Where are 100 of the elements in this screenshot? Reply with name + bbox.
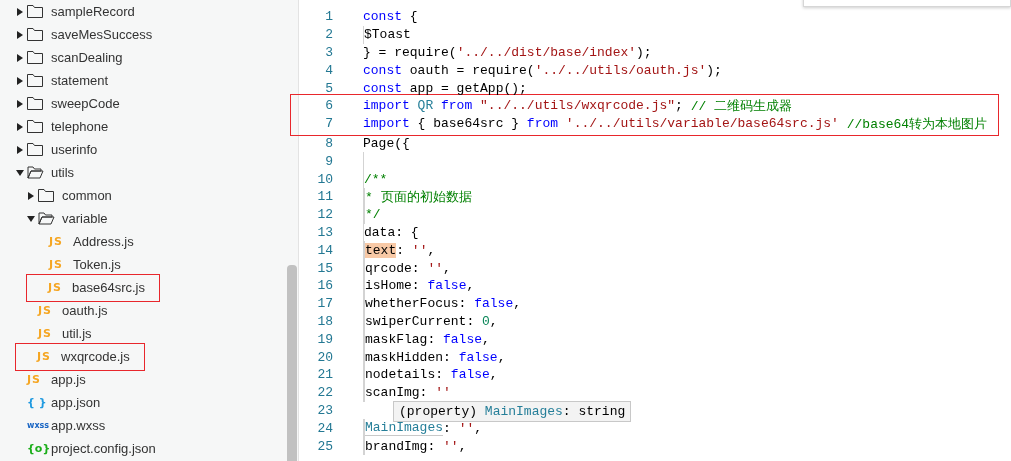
file-item[interactable]: base64src.js <box>72 280 145 295</box>
line-number: 3 <box>324 45 333 60</box>
line-number: 25 <box>316 438 333 454</box>
file-type-icon: JS <box>49 235 63 248</box>
code-line: nodetails: false, <box>363 365 498 384</box>
caret-right-icon[interactable] <box>17 122 23 131</box>
line-number: 17 <box>316 296 333 312</box>
code-line: MainImages: '', <box>363 419 483 438</box>
file-item[interactable]: project.config.json <box>51 441 156 456</box>
caret-right-icon[interactable] <box>17 30 23 39</box>
code-line: text: '', <box>363 241 436 260</box>
folder-icon <box>27 97 43 110</box>
folder-icon <box>27 74 43 87</box>
code-line: Page({ <box>363 134 410 153</box>
caret-right-icon[interactable] <box>17 7 23 16</box>
code-line: */ <box>363 205 381 224</box>
line-number: 10 <box>316 171 333 187</box>
file-item[interactable]: app.json <box>51 395 101 410</box>
line-number: 14 <box>316 242 333 258</box>
line-number: 9 <box>324 153 333 169</box>
caret-down-icon[interactable] <box>16 169 24 176</box>
file-item[interactable]: util.js <box>62 326 92 341</box>
folder-item[interactable]: sweepCode <box>51 96 120 111</box>
file-type-icon: JS <box>38 304 52 317</box>
folder-icon <box>27 120 43 133</box>
code-line: maskFlag: false, <box>363 330 490 349</box>
line-number: 20 <box>316 349 333 365</box>
file-item[interactable]: oauth.js <box>62 303 108 318</box>
file-type-icon: JS <box>38 327 52 340</box>
folder-item[interactable]: userinfo <box>51 142 98 157</box>
folder-item[interactable]: telephone <box>51 119 109 134</box>
line-number: 5 <box>324 80 333 96</box>
folder-icon <box>27 5 43 18</box>
code-line: whetherFocus: false, <box>363 294 522 313</box>
line-number: 12 <box>316 207 333 223</box>
file-type-icon: {o} <box>27 442 51 455</box>
scrollbar-thumb[interactable] <box>287 265 297 461</box>
file-type-icon: JS <box>37 350 51 363</box>
file-item[interactable]: wxqrcode.js <box>61 349 130 364</box>
file-type-icon: { } <box>27 396 47 409</box>
code-line: * 页面的初始数据 <box>363 187 472 206</box>
file-type-icon: JS <box>48 281 62 294</box>
caret-right-icon[interactable] <box>17 53 23 62</box>
folder-item[interactable]: statement <box>51 73 109 88</box>
line-number: 8 <box>324 135 333 151</box>
line-number: 1 <box>324 9 333 25</box>
line-number: 21 <box>316 367 333 383</box>
folder-item[interactable]: scanDealing <box>51 50 123 65</box>
folder-icon <box>27 143 43 156</box>
line-number: 11 <box>316 189 333 205</box>
open-folder-icon <box>38 212 55 225</box>
caret-right-icon[interactable] <box>28 191 34 200</box>
folder-icon <box>38 189 54 202</box>
file-item[interactable]: app.wxss <box>51 418 106 433</box>
folder-item[interactable]: utils <box>51 165 75 180</box>
file-item[interactable]: app.js <box>51 372 86 387</box>
code-line: data: { <box>363 223 419 242</box>
open-folder-icon <box>27 166 44 179</box>
code-line: /** <box>363 170 388 188</box>
code-line: const oauth = require('../../utils/oauth.js'); <box>363 61 722 80</box>
line-number: 2 <box>324 27 333 43</box>
caret-right-icon[interactable] <box>17 99 23 108</box>
folder-item[interactable]: saveMesSuccess <box>51 27 153 42</box>
code-line: import { base64src } from '../../utils/variable/base64src.js' //base64转为本地图片 <box>363 115 988 133</box>
code-line: isHome: false, <box>363 276 475 295</box>
code-line: const { <box>363 8 418 26</box>
caret-right-icon[interactable] <box>17 145 23 154</box>
folder-item[interactable]: common <box>62 188 112 203</box>
folder-icon <box>27 28 43 41</box>
code-line: import QR from "../../utils/wxqrcode.js"; // 二维码生成器 <box>363 97 793 115</box>
code-line: } = require('../../dist/base/index'); <box>363 44 652 62</box>
line-number: 18 <box>316 313 333 329</box>
line-number: 19 <box>316 331 333 347</box>
caret-right-icon[interactable] <box>17 76 23 85</box>
line-number: 13 <box>316 224 333 240</box>
file-type-icon: wxss <box>27 421 50 430</box>
folder-item[interactable]: sampleRecord <box>51 4 135 19</box>
file-type-icon: JS <box>27 373 41 386</box>
code-line: brandImg: '', <box>363 437 467 455</box>
line-number: 6 <box>324 98 333 114</box>
line-number: 7 <box>324 116 333 132</box>
folder-item[interactable]: variable <box>62 211 108 226</box>
line-number: 16 <box>316 278 333 294</box>
line-number: 22 <box>316 385 333 401</box>
code-line: swiperCurrent: 0, <box>363 312 498 331</box>
code-line: $Toast <box>363 25 411 44</box>
file-item[interactable]: Token.js <box>73 257 121 272</box>
line-number: 24 <box>316 420 333 436</box>
code-line: const app = getApp(); <box>363 79 527 97</box>
code-line: maskHidden: false, <box>363 348 506 366</box>
folder-icon <box>27 51 43 64</box>
file-item[interactable]: Address.js <box>73 234 134 249</box>
line-number: 15 <box>316 260 333 276</box>
line-number: 23 <box>316 402 333 418</box>
file-type-icon: JS <box>49 258 63 271</box>
caret-down-icon[interactable] <box>27 215 35 222</box>
code-line: scanImg: '' <box>363 383 451 402</box>
line-number: 4 <box>324 62 333 78</box>
hover-tooltip: (property) MainImages: string <box>393 400 632 422</box>
code-line: qrcode: '', <box>363 259 451 277</box>
